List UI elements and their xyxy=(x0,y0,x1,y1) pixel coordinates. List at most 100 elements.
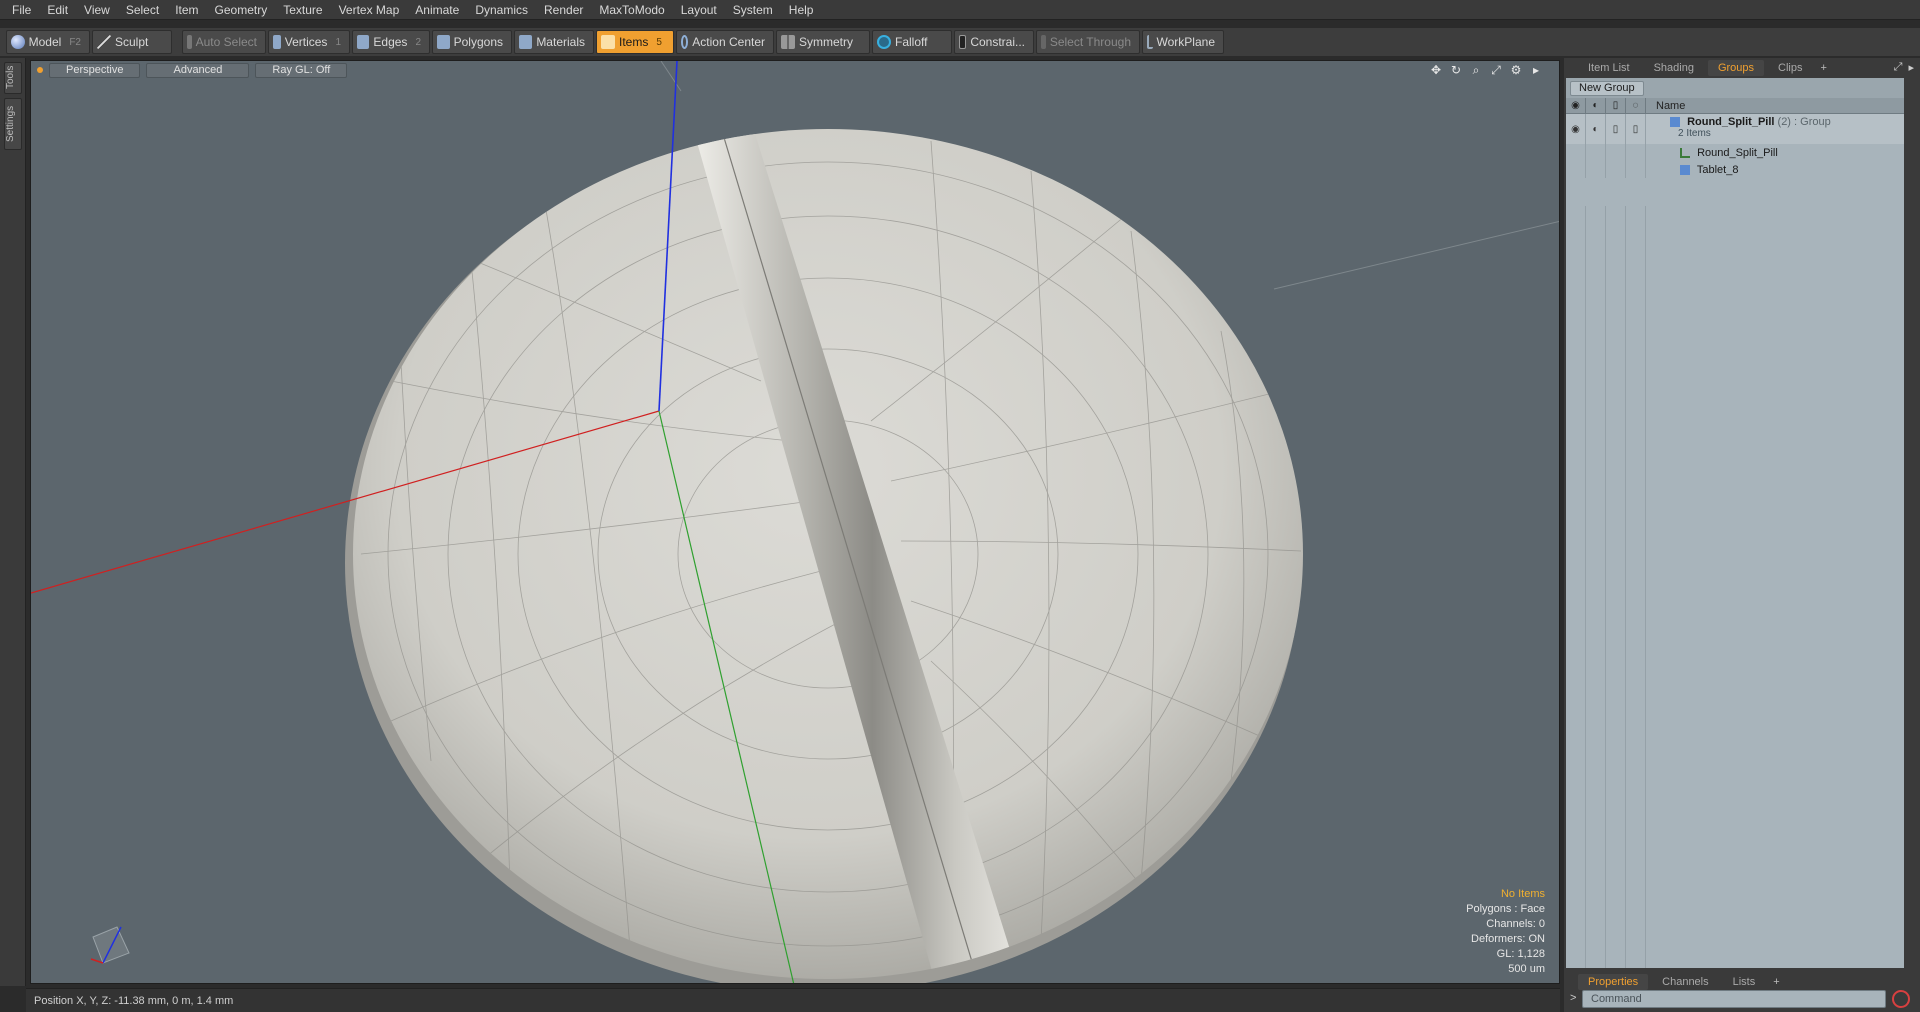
menu-maxtomodo[interactable]: MaxToModo xyxy=(591,0,672,20)
menu-render[interactable]: Render xyxy=(536,0,591,20)
falloff-icon xyxy=(877,35,891,49)
new-group-button[interactable]: New Group xyxy=(1570,80,1644,96)
tab-item-list[interactable]: Item List xyxy=(1578,60,1640,76)
tab-channels[interactable]: Channels xyxy=(1652,974,1718,990)
move-icon[interactable]: ✥ xyxy=(1429,63,1443,77)
selection-info: No Items xyxy=(1500,888,1545,900)
menu-select[interactable]: Select xyxy=(118,0,167,20)
constraints-button[interactable]: Constrai... xyxy=(954,30,1034,54)
group-row[interactable]: ◉ ◐ ▯ ▯ Round_Split_Pill (2) : Group 2 I… xyxy=(1566,114,1904,144)
items-button[interactable]: Items 5 xyxy=(596,30,674,54)
chevron-right-icon[interactable]: ▸ xyxy=(1908,61,1914,74)
scale-info: 500 um xyxy=(1508,963,1545,975)
main-toolbar: Model F2 Sculpt Auto Select Vertices 1 E… xyxy=(0,28,1920,56)
sculpt-button[interactable]: Sculpt xyxy=(92,30,172,54)
groups-header: ◉ ◐ ▯ ◌ Name xyxy=(1566,97,1904,114)
edges-icon xyxy=(357,35,370,49)
right-panel: Item List Shading Groups Clips + ⤢ ▸ New… xyxy=(1564,58,1920,1012)
add-tab-button[interactable]: + xyxy=(1816,60,1830,76)
scene-render xyxy=(31,61,1559,983)
menu-item[interactable]: Item xyxy=(167,0,206,20)
perspective-dropdown[interactable]: Perspective xyxy=(49,62,141,78)
list-item[interactable]: Tablet_8 xyxy=(1566,161,1904,178)
settings-tab[interactable]: Settings xyxy=(4,98,22,150)
tab-shading[interactable]: Shading xyxy=(1644,60,1704,76)
materials-button[interactable]: Materials xyxy=(514,30,594,54)
menu-edit[interactable]: Edit xyxy=(39,0,76,20)
child-item-name: Round_Split_Pill xyxy=(1697,146,1778,159)
menu-geometry[interactable]: Geometry xyxy=(207,0,276,20)
edges-button[interactable]: Edges 2 xyxy=(352,30,430,54)
symmetry-button[interactable]: Symmetry xyxy=(776,30,870,54)
position-readout: Position X, Y, Z: -11.38 mm, 0 m, 1.4 mm xyxy=(34,995,234,1007)
tab-lists[interactable]: Lists xyxy=(1723,974,1766,990)
groups-panel: New Group ◉ ◐ ▯ ◌ Name ◉ ◐ ▯ ▯ Round_Spl… xyxy=(1566,78,1904,968)
add-bottom-tab-button[interactable]: + xyxy=(1769,974,1783,990)
menu-help[interactable]: Help xyxy=(781,0,822,20)
auto-select-button[interactable]: Auto Select xyxy=(182,30,266,54)
tools-tab[interactable]: Tools xyxy=(4,62,22,94)
render-icon[interactable]: ◐ xyxy=(1586,97,1606,114)
zoom-icon[interactable]: ⌕ xyxy=(1469,63,1483,77)
panel-corner-icons: ⤢ ▸ xyxy=(1894,61,1914,74)
materials-icon xyxy=(519,35,533,49)
group-items-count: 2 Items xyxy=(1678,128,1711,139)
maximize-icon[interactable]: ⤢ xyxy=(1489,63,1503,77)
tab-groups[interactable]: Groups xyxy=(1707,60,1765,76)
falloff-button[interactable]: Falloff xyxy=(872,30,952,54)
workplane-button[interactable]: WorkPlane xyxy=(1142,30,1224,54)
menu-system[interactable]: System xyxy=(725,0,781,20)
cube-icon xyxy=(601,35,615,49)
brush-icon xyxy=(97,35,111,49)
raygl-toggle[interactable]: Ray GL: Off xyxy=(255,62,348,78)
3d-viewport[interactable]: Perspective Advanced Ray GL: Off ✥ ↻ ⌕ ⤢… xyxy=(30,60,1560,984)
channels-info: Channels: 0 xyxy=(1486,918,1545,930)
gear-icon[interactable]: ⚙ xyxy=(1509,63,1523,77)
menu-view[interactable]: View xyxy=(76,0,118,20)
shield-icon xyxy=(187,35,192,49)
menu-vertex-map[interactable]: Vertex Map xyxy=(331,0,408,20)
menu-file[interactable]: File xyxy=(4,0,39,20)
menu-layout[interactable]: Layout xyxy=(673,0,725,20)
grid-line xyxy=(1273,220,1559,290)
tab-properties[interactable]: Properties xyxy=(1578,974,1649,990)
lock-toggle[interactable]: ▯ xyxy=(1606,114,1626,144)
group-icon xyxy=(1670,117,1680,128)
chevron-right-icon[interactable]: ▸ xyxy=(1529,63,1543,77)
checkbox-icon xyxy=(959,35,967,49)
viewport-nav-icons: ✥ ↻ ⌕ ⤢ ⚙ ▸ xyxy=(1429,63,1543,77)
menu-texture[interactable]: Texture xyxy=(275,0,330,20)
rotate-icon[interactable]: ↻ xyxy=(1449,63,1463,77)
visibility-toggle[interactable]: ◉ xyxy=(1566,114,1586,144)
polygons-button[interactable]: Polygons xyxy=(432,30,512,54)
select-icon[interactable]: ◌ xyxy=(1626,97,1646,114)
groups-columns-fill xyxy=(1566,206,1904,968)
viewport-menu-icon[interactable] xyxy=(37,67,43,73)
command-input[interactable]: Command xyxy=(1582,990,1886,1008)
menu-dynamics[interactable]: Dynamics xyxy=(467,0,536,20)
maximize-icon[interactable]: ⤢ xyxy=(1894,61,1903,74)
render-toggle[interactable]: ◐ xyxy=(1586,114,1606,144)
menu-animate[interactable]: Animate xyxy=(407,0,467,20)
model-button[interactable]: Model F2 xyxy=(6,30,90,54)
deformers-info: Deformers: ON xyxy=(1471,933,1545,945)
tab-clips[interactable]: Clips xyxy=(1768,60,1812,76)
select-toggle[interactable]: ▯ xyxy=(1626,114,1646,144)
polygons-info: Polygons : Face xyxy=(1466,903,1545,915)
lock-icon[interactable]: ▯ xyxy=(1606,97,1626,114)
select-through-button[interactable]: Select Through xyxy=(1036,30,1140,54)
left-tool-strip: Tools Settings xyxy=(0,58,26,986)
advanced-dropdown[interactable]: Advanced xyxy=(146,62,250,78)
action-center-button[interactable]: Action Center xyxy=(676,30,774,54)
viewport-info: No Items Polygons : Face Channels: 0 Def… xyxy=(1466,887,1545,977)
viewport-header: Perspective Advanced Ray GL: Off xyxy=(31,61,1559,79)
sphere-icon xyxy=(11,35,25,49)
eye-icon[interactable]: ◉ xyxy=(1566,97,1586,114)
child-item-name: Tablet_8 xyxy=(1696,163,1739,176)
workplane-icon xyxy=(1147,35,1153,49)
vertices-icon xyxy=(273,35,281,49)
vertices-button[interactable]: Vertices 1 xyxy=(268,30,350,54)
menu-bar: File Edit View Select Item Geometry Text… xyxy=(0,0,1920,20)
list-item[interactable]: Round_Split_Pill xyxy=(1566,144,1904,161)
record-icon[interactable] xyxy=(1892,990,1910,1008)
